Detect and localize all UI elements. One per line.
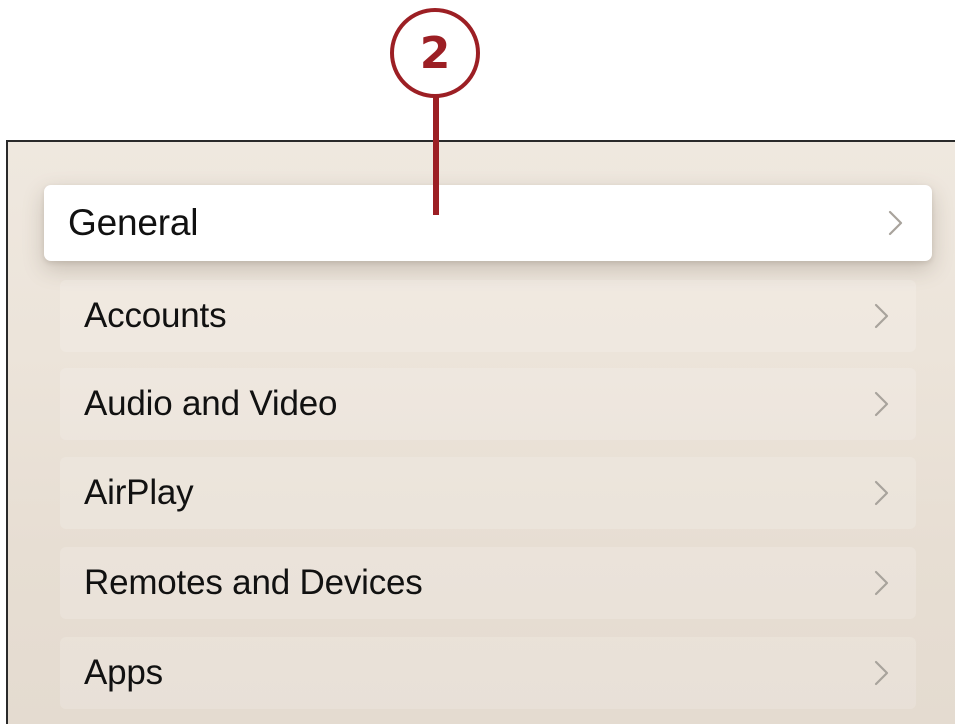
menu-item-label: Audio and Video (84, 384, 338, 423)
chevron-right-icon (874, 303, 889, 329)
figure-stage: General Accounts Audio and Video AirPlay (0, 0, 955, 724)
callout-number: 2 (419, 28, 451, 79)
callout-leader-line (433, 97, 439, 215)
callout-marker: 2 (390, 8, 480, 98)
menu-item-remotes-and-devices[interactable]: Remotes and Devices (60, 547, 916, 619)
menu-item-accounts[interactable]: Accounts (60, 280, 916, 352)
menu-item-label: AirPlay (84, 473, 194, 512)
tv-settings-screen: General Accounts Audio and Video AirPlay (6, 140, 955, 724)
chevron-right-icon (874, 660, 889, 686)
menu-item-apps[interactable]: Apps (60, 637, 916, 709)
menu-item-label: Apps (84, 653, 163, 692)
settings-menu: General Accounts Audio and Video AirPlay (8, 142, 955, 724)
menu-item-label: Remotes and Devices (84, 563, 423, 602)
chevron-right-icon (874, 570, 889, 596)
chevron-right-icon (874, 480, 889, 506)
menu-item-audio-and-video[interactable]: Audio and Video (60, 368, 916, 440)
menu-item-general[interactable]: General (44, 185, 932, 261)
menu-item-airplay[interactable]: AirPlay (60, 457, 916, 529)
chevron-right-icon (874, 391, 889, 417)
chevron-right-icon (888, 210, 903, 236)
menu-item-label: Accounts (84, 296, 227, 335)
menu-item-label: General (68, 202, 199, 243)
